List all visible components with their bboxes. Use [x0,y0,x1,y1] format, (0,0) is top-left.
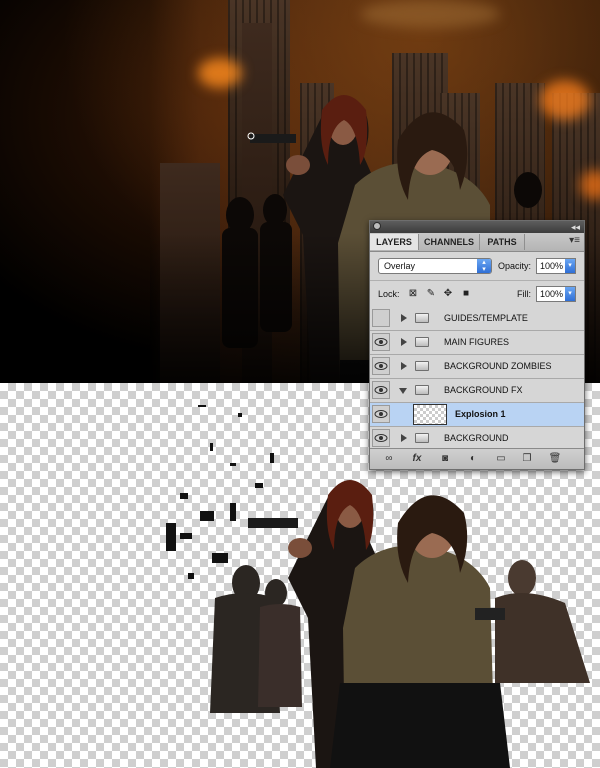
mask-icon[interactable]: ◙ [438,452,452,465]
adjustment-icon[interactable]: ◐ [466,452,480,465]
link-icon[interactable]: ∞ [382,452,396,465]
visibility-toggle[interactable] [372,309,390,327]
folder-icon [415,337,429,347]
fill-field[interactable]: 100% ▾ [536,286,576,302]
fx-icon[interactable]: fx [410,452,424,465]
blend-row: Overlay ▴ ▾ Opacity: 100% ▾ [370,252,584,281]
collapse-triangle-icon[interactable] [399,388,407,394]
close-icon[interactable] [373,222,381,230]
panel-menu-icon[interactable]: ▾≡ [569,235,580,246]
lock-move-icon[interactable]: ✥ [443,289,453,299]
trash-icon[interactable]: 🗑 [548,452,562,465]
eye-icon[interactable] [372,429,390,447]
tab-channels[interactable]: CHANNELS [419,234,480,250]
tab-paths[interactable]: PATHS [480,234,525,250]
eye-icon[interactable] [372,333,390,351]
opacity-value: 100% [540,261,564,271]
fill-label: Fill: [517,289,531,299]
eye-icon[interactable] [372,381,390,399]
layers-list: GUIDES/TEMPLATE MAIN FIGURES BACKGROUND … [370,307,584,451]
blend-mode-select[interactable]: Overlay ▴ ▾ [378,258,492,274]
folder-icon [415,313,429,323]
eye-icon[interactable] [372,405,390,423]
layer-name: BACKGROUND FX [444,385,523,395]
panel-tabs: LAYERS CHANNELS PATHS ▾≡ [370,233,584,252]
lock-all-icon[interactable]: ■ [461,289,471,299]
folder-icon [415,361,429,371]
expand-triangle-icon[interactable] [401,434,407,442]
lock-transparent-icon[interactable]: ⊠ [408,289,418,299]
new-group-icon[interactable]: ▭ [494,452,508,465]
layer-name: BACKGROUND ZOMBIES [444,361,552,371]
opacity-field[interactable]: 100% ▾ [536,258,576,274]
layers-panel: ◂◂ LAYERS CHANNELS PATHS ▾≡ Overlay ▴ ▾ O… [369,220,585,470]
blend-mode-value: Overlay [384,261,416,271]
updown-arrows-icon: ▴ ▾ [477,259,491,273]
panel-bottom-bar: ∞ fx ◙ ◐ ▭ ❐ 🗑 [370,448,584,469]
eye-icon[interactable] [372,357,390,375]
layer-name: GUIDES/TEMPLATE [444,313,528,323]
expand-triangle-icon[interactable] [401,314,407,322]
layer-thumbnail[interactable] [413,404,447,425]
layer-name: Explosion 1 [455,409,506,419]
chevron-down-icon[interactable]: ▾ [565,287,575,301]
layer-row[interactable]: GUIDES/TEMPLATE [370,307,584,331]
lock-row: Lock: ⊠ ✎ ✥ ■ Fill: 100% ▾ [370,281,584,308]
layer-row-selected[interactable]: Explosion 1 [370,403,584,427]
chevron-down-icon[interactable]: ▾ [565,259,575,273]
lock-brush-icon[interactable]: ✎ [426,289,436,299]
layer-name: BACKGROUND [444,433,509,443]
fill-value: 100% [540,289,564,299]
layer-row[interactable]: BACKGROUND ZOMBIES [370,355,584,379]
layer-row[interactable]: BACKGROUND FX [370,379,584,403]
tab-layers[interactable]: LAYERS [370,234,419,250]
folder-icon [415,385,429,395]
layer-row[interactable]: MAIN FIGURES [370,331,584,355]
new-layer-icon[interactable]: ❐ [520,452,534,465]
opacity-label: Opacity: [498,261,532,271]
lock-label: Lock: [378,289,400,299]
expand-triangle-icon[interactable] [401,362,407,370]
layer-name: MAIN FIGURES [444,337,510,347]
panel-titlebar[interactable]: ◂◂ [370,221,584,233]
collapse-icon[interactable]: ◂◂ [571,221,580,233]
folder-icon [415,433,429,443]
expand-triangle-icon[interactable] [401,338,407,346]
